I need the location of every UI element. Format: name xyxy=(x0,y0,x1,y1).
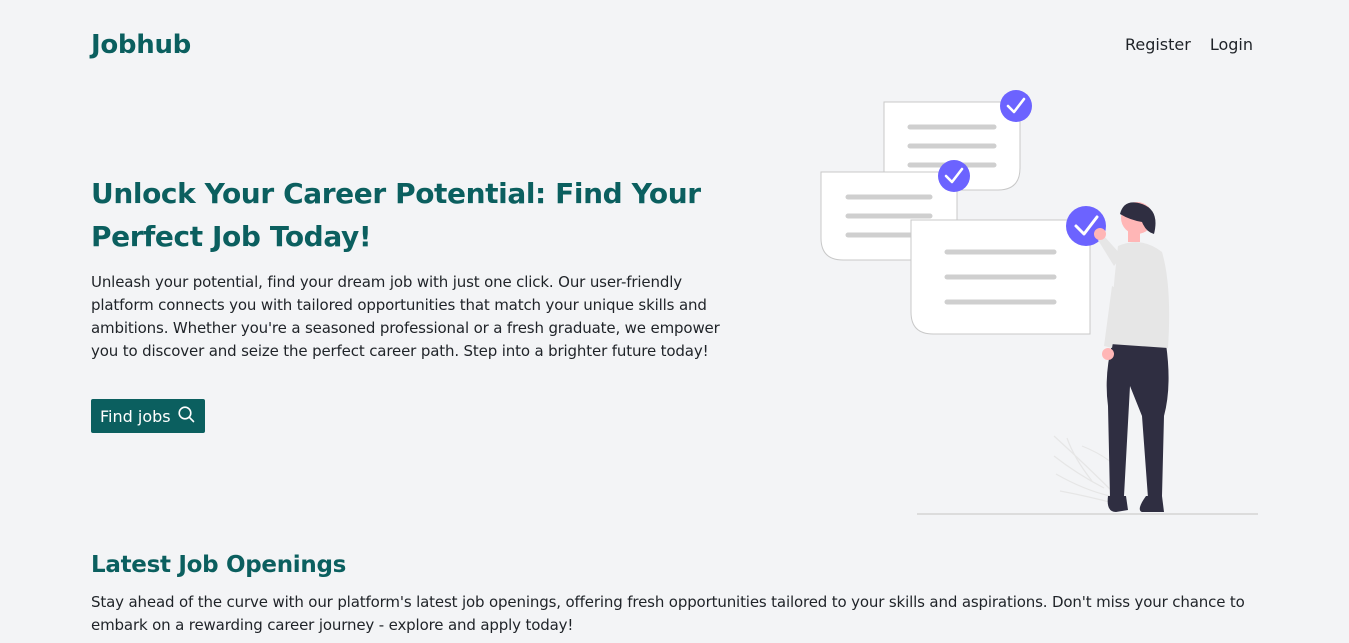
person-checking-documents-illustration xyxy=(812,86,1262,518)
search-icon xyxy=(177,405,195,427)
document-card-front xyxy=(910,219,1091,335)
person-figure xyxy=(1094,202,1170,512)
login-link[interactable]: Login xyxy=(1210,34,1253,56)
register-link[interactable]: Register xyxy=(1125,34,1191,56)
find-jobs-label: Find jobs xyxy=(100,406,171,426)
brand-logo[interactable]: Jobhub xyxy=(91,29,191,61)
top-nav: Register Login xyxy=(1125,34,1253,56)
check-badge-top xyxy=(1000,90,1032,122)
check-badge-middle xyxy=(938,160,970,192)
hero-description: Unleash your potential, find your dream … xyxy=(91,273,720,360)
hero-title: Unlock Your Career Potential: Find Your … xyxy=(91,177,701,253)
latest-openings-title: Latest Job Openings xyxy=(91,552,346,578)
find-jobs-button[interactable]: Find jobs xyxy=(91,399,205,433)
latest-openings-description: Stay ahead of the curve with our platfor… xyxy=(91,593,1245,634)
